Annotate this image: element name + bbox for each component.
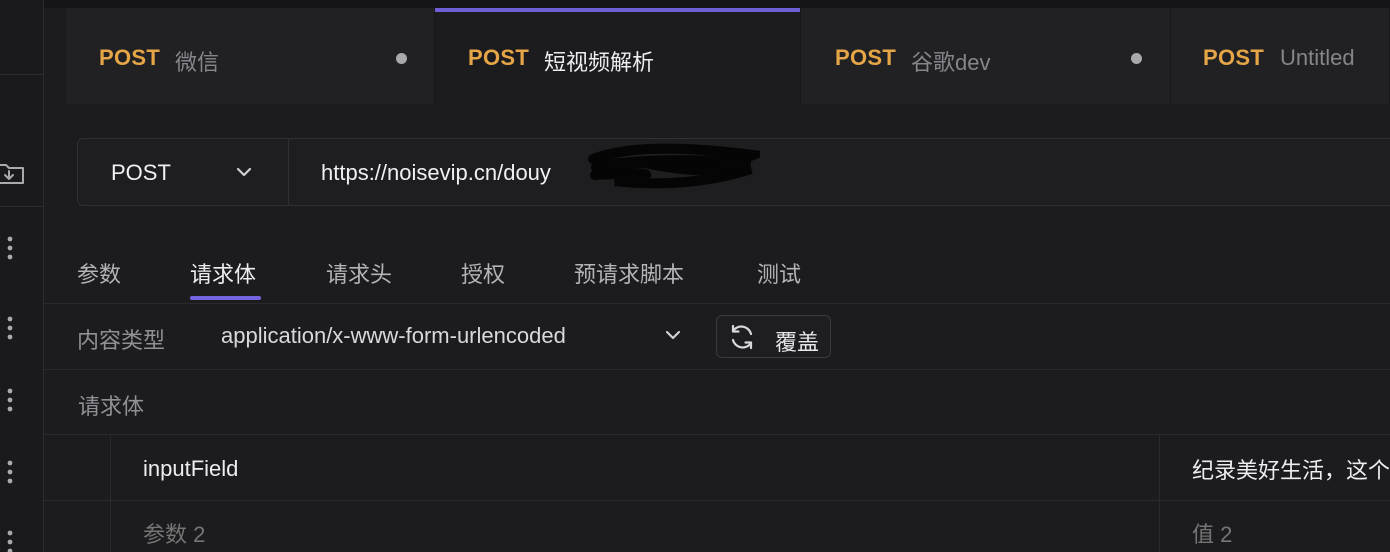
content-type-label: 内容类型 (77, 328, 166, 353)
url-input[interactable] (321, 160, 1221, 186)
request-tabs: POST 微信 POST 短视频解析 POST 谷歌dev POST Untit… (44, 8, 1390, 104)
tab-name: 谷歌dev (911, 50, 991, 75)
redaction-scribble (588, 143, 760, 189)
request-tab[interactable]: POST 微信 (66, 8, 435, 104)
tab-pre-request-script[interactable]: 预请求脚本 (574, 257, 684, 289)
chevron-down-icon (235, 163, 253, 186)
more-vertical-icon[interactable] (0, 460, 24, 484)
left-rail (0, 0, 44, 552)
param-key-input[interactable] (143, 456, 1043, 482)
content-type-row: 内容类型 application/x-www-form-urlencoded 覆… (44, 304, 1390, 370)
table-row (44, 501, 1390, 552)
more-vertical-icon[interactable] (0, 530, 24, 552)
content-type-value: application/x-www-form-urlencoded (221, 323, 566, 348)
tab-name: 微信 (175, 50, 220, 75)
tab-name: 短视频解析 (544, 50, 655, 75)
more-vertical-icon[interactable] (0, 316, 24, 340)
content-type-select[interactable]: application/x-www-form-urlencoded (221, 317, 691, 357)
tab-method: POST (468, 45, 530, 70)
unsaved-dot-icon (396, 53, 407, 64)
override-label: 覆盖 (775, 330, 820, 355)
method-label: POST (111, 160, 171, 185)
tab-method: POST (99, 45, 161, 70)
override-button[interactable]: 覆盖 (716, 315, 831, 358)
tab-method: POST (1203, 45, 1265, 70)
method-select[interactable]: POST (78, 139, 289, 205)
tab-headers[interactable]: 请求头 (326, 257, 392, 289)
folder-download-icon[interactable] (0, 160, 24, 184)
column-divider (1159, 435, 1160, 552)
more-vertical-icon[interactable] (0, 388, 24, 412)
param-value-input[interactable] (1192, 456, 1390, 482)
body-params-table (44, 434, 1390, 552)
title-strip (44, 0, 1390, 8)
rail-divider (0, 206, 43, 207)
tab-body[interactable]: 请求体 (190, 257, 256, 289)
unsaved-dot-icon (1131, 53, 1142, 64)
body-section-label: 请求体 (78, 394, 145, 419)
request-sub-tabs: 参数 请求体 请求头 授权 预请求脚本 测试 (44, 238, 1390, 304)
request-tab[interactable]: POST 谷歌dev (801, 8, 1171, 104)
request-tab-active[interactable]: POST 短视频解析 (435, 8, 801, 104)
more-vertical-icon[interactable] (0, 236, 24, 260)
request-tab[interactable]: POST Untitled (1171, 8, 1390, 104)
refresh-icon (727, 323, 757, 356)
tab-params[interactable]: 参数 (77, 257, 121, 289)
chevron-down-icon (664, 326, 682, 349)
active-tab-indicator (190, 296, 261, 300)
param-key-input[interactable] (143, 522, 1043, 548)
column-divider (110, 435, 111, 552)
tab-tests[interactable]: 测试 (757, 257, 801, 289)
tab-auth[interactable]: 授权 (461, 257, 505, 289)
rail-divider (0, 74, 43, 75)
app-window: POST 微信 POST 短视频解析 POST 谷歌dev POST Untit… (0, 0, 1390, 552)
tab-name: Untitled (1280, 45, 1355, 70)
param-value-input[interactable] (1192, 522, 1390, 548)
table-row (44, 435, 1390, 501)
tab-method: POST (835, 45, 897, 70)
